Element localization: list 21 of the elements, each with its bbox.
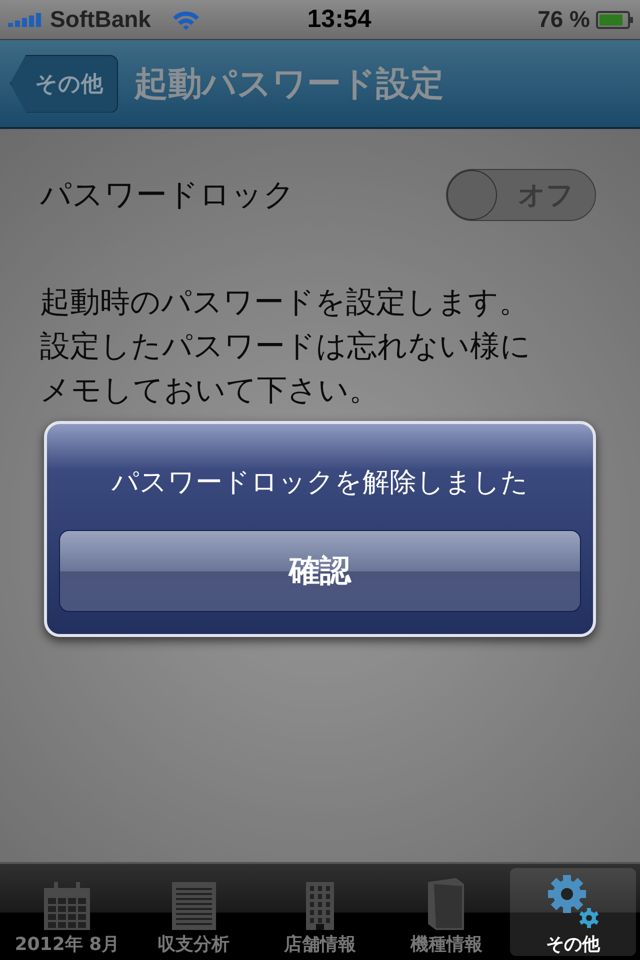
tab[interactable]: 2012年 8月 bbox=[4, 868, 130, 956]
tab[interactable]: その他 bbox=[510, 868, 636, 956]
book-icon bbox=[428, 878, 464, 930]
tab[interactable]: 機種情報 bbox=[383, 868, 510, 956]
alert-message: パスワードロックを解除しました bbox=[112, 466, 528, 500]
screen-title: 起動パスワード設定 bbox=[134, 62, 444, 106]
calendar-icon bbox=[44, 882, 90, 930]
building-icon bbox=[306, 882, 334, 930]
clock-time: 13:54 bbox=[306, 5, 372, 34]
wifi-icon bbox=[170, 8, 201, 30]
signal-icon bbox=[8, 12, 44, 26]
setting-label: パスワードロック bbox=[40, 176, 295, 215]
back-button[interactable]: その他 bbox=[10, 54, 118, 112]
carrier-name: SoftBank bbox=[50, 6, 151, 33]
description-text: 起動時のパスワードを設定します。 設定したパスワードは忘れない様に メモしておいて下さい。 bbox=[40, 284, 532, 410]
battery-icon bbox=[596, 10, 634, 28]
confirm-button[interactable]: 確認 bbox=[59, 530, 581, 612]
gears-icon bbox=[546, 874, 599, 930]
tab[interactable]: 店舗情報 bbox=[256, 868, 384, 956]
battery-percent: 76 % bbox=[538, 6, 590, 33]
tab[interactable]: 収支分析 bbox=[130, 868, 257, 956]
